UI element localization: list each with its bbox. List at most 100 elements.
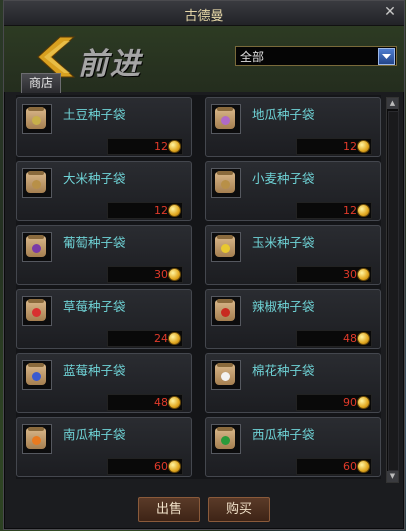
gold-coin-icon (357, 460, 370, 473)
gold-coin-icon (357, 332, 370, 345)
item-card[interactable]: 南瓜种子袋 60 (16, 417, 192, 477)
dropdown-selected-value: 全部 (240, 50, 265, 64)
item-price-bar: 30 (107, 266, 183, 283)
buy-button[interactable]: 购买 (208, 497, 270, 522)
wheat-seed-bag-icon (215, 171, 235, 193)
rice-seed-bag-icon (26, 171, 46, 193)
strawberry-seed-bag-icon (26, 299, 46, 321)
item-name: 地瓜种子袋 (252, 107, 315, 122)
item-card[interactable]: 辣椒种子袋 48 (205, 289, 381, 349)
item-price: 12 (343, 140, 357, 153)
item-list: 土豆种子袋 12 地瓜种子袋 12 大米种子袋 12 小麦种子袋 12 葡萄种子袋 30 玉米种子袋… (16, 95, 381, 479)
chili-seed-bag-icon (215, 299, 235, 321)
item-card[interactable]: 西瓜种子袋 60 (205, 417, 381, 477)
chevron-down-icon[interactable] (378, 48, 395, 65)
item-icon-slot (211, 104, 241, 134)
item-card[interactable]: 大米种子袋 12 (16, 161, 192, 221)
shop-window: 古德曼 ✕ 前进 商店 全部 土豆种子袋 12 地瓜种子袋 12 大米种子袋 12 小麦种子… (3, 0, 405, 530)
item-card[interactable]: 棉花种子袋 90 (205, 353, 381, 413)
item-icon-slot (22, 360, 52, 390)
scrollbar[interactable]: ▲ ▼ (386, 97, 399, 483)
item-price-bar: 12 (296, 138, 372, 155)
item-card[interactable]: 土豆种子袋 12 (16, 97, 192, 157)
item-card[interactable]: 地瓜种子袋 12 (205, 97, 381, 157)
gold-coin-icon (357, 140, 370, 153)
item-price: 24 (154, 332, 168, 345)
tab-shop[interactable]: 商店 (21, 73, 61, 93)
item-price: 48 (154, 396, 168, 409)
item-icon-slot (211, 296, 241, 326)
item-name: 玉米种子袋 (252, 235, 315, 250)
item-icon-slot (22, 232, 52, 262)
item-card[interactable]: 蓝莓种子袋 48 (16, 353, 192, 413)
blueberry-seed-bag-icon (26, 363, 46, 385)
item-card[interactable]: 玉米种子袋 30 (205, 225, 381, 285)
item-price: 48 (343, 332, 357, 345)
pumpkin-seed-bag-icon (26, 427, 46, 449)
item-name: 棉花种子袋 (252, 363, 315, 378)
item-icon-slot (211, 424, 241, 454)
gold-coin-icon (168, 396, 181, 409)
gold-coin-icon (168, 460, 181, 473)
gold-coin-icon (357, 204, 370, 217)
item-name: 土豆种子袋 (63, 107, 126, 122)
item-name: 辣椒种子袋 (252, 299, 315, 314)
item-name: 小麦种子袋 (252, 171, 315, 186)
item-card[interactable]: 草莓种子袋 24 (16, 289, 192, 349)
item-price: 60 (154, 460, 168, 473)
item-price: 12 (154, 140, 168, 153)
item-icon-slot (22, 296, 52, 326)
item-icon-slot (211, 232, 241, 262)
grape-seed-bag-icon (26, 235, 46, 257)
item-icon-slot (211, 168, 241, 198)
item-name: 大米种子袋 (63, 171, 126, 186)
item-price: 12 (154, 204, 168, 217)
gold-coin-icon (357, 268, 370, 281)
item-price: 30 (154, 268, 168, 281)
gold-coin-icon (168, 268, 181, 281)
item-price-bar: 24 (107, 330, 183, 347)
item-price-bar: 12 (296, 202, 372, 219)
item-price-bar: 12 (107, 138, 183, 155)
item-price-bar: 60 (107, 458, 183, 475)
item-card[interactable]: 葡萄种子袋 30 (16, 225, 192, 285)
item-name: 葡萄种子袋 (63, 235, 126, 250)
item-price-bar: 12 (107, 202, 183, 219)
item-price-bar: 60 (296, 458, 372, 475)
item-name: 草莓种子袋 (63, 299, 126, 314)
item-icon-slot (22, 424, 52, 454)
item-price: 90 (343, 396, 357, 409)
item-name: 南瓜种子袋 (63, 427, 126, 442)
gold-coin-icon (168, 332, 181, 345)
item-name: 蓝莓种子袋 (63, 363, 126, 378)
watermelon-seed-bag-icon (215, 427, 235, 449)
item-icon-slot (211, 360, 241, 390)
item-name: 西瓜种子袋 (252, 427, 315, 442)
gold-coin-icon (357, 396, 370, 409)
sell-button[interactable]: 出售 (138, 497, 200, 522)
item-price: 60 (343, 460, 357, 473)
sweet-potato-seed-bag-icon (215, 107, 235, 129)
category-dropdown[interactable]: 全部 (235, 46, 397, 66)
item-price-bar: 48 (296, 330, 372, 347)
item-icon-slot (22, 104, 52, 134)
scroll-thumb[interactable] (388, 111, 399, 471)
gold-coin-icon (168, 140, 181, 153)
scroll-up-icon[interactable]: ▲ (387, 98, 398, 109)
scroll-down-icon[interactable]: ▼ (387, 471, 398, 482)
item-price: 30 (343, 268, 357, 281)
corn-seed-bag-icon (215, 235, 235, 257)
item-card[interactable]: 小麦种子袋 12 (205, 161, 381, 221)
title-bar[interactable]: 古德曼 ✕ (4, 1, 404, 26)
gold-coin-icon (168, 204, 181, 217)
item-price: 12 (343, 204, 357, 217)
potato-seed-bag-icon (26, 107, 46, 129)
item-icon-slot (22, 168, 52, 198)
item-price-bar: 30 (296, 266, 372, 283)
item-price-bar: 48 (107, 394, 183, 411)
cotton-seed-bag-icon (215, 363, 235, 385)
item-price-bar: 90 (296, 394, 372, 411)
window-title: 古德曼 (184, 9, 224, 24)
forward-banner-text: 前进 (78, 47, 142, 82)
close-icon[interactable]: ✕ (382, 4, 398, 20)
